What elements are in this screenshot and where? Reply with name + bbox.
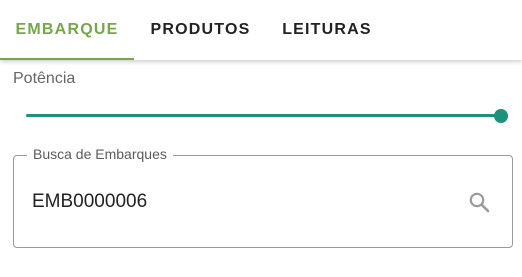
search-field-label: Busca de Embarques [27,146,173,162]
tab-leituras[interactable]: LEITURAS [267,0,387,60]
tab-leituras-label: LEITURAS [282,21,372,38]
tab-produtos-label: PRODUTOS [150,21,251,38]
slider-thumb[interactable] [494,109,508,123]
search-icon[interactable] [467,190,491,214]
app: EMBARQUE PRODUTOS LEITURAS Potência Busc… [0,0,522,277]
tab-embarque-label: EMBARQUE [15,21,119,38]
tab-produtos[interactable]: PRODUTOS [134,0,267,60]
active-tab-indicator [0,58,134,60]
power-label: Potência [13,70,76,87]
search-input[interactable] [32,185,452,219]
power-slider[interactable] [26,108,508,124]
search-field: Busca de Embarques [13,146,513,248]
slider-fill [26,114,501,117]
tab-embarque[interactable]: EMBARQUE [0,0,134,60]
tab-bar: EMBARQUE PRODUTOS LEITURAS [0,0,522,60]
